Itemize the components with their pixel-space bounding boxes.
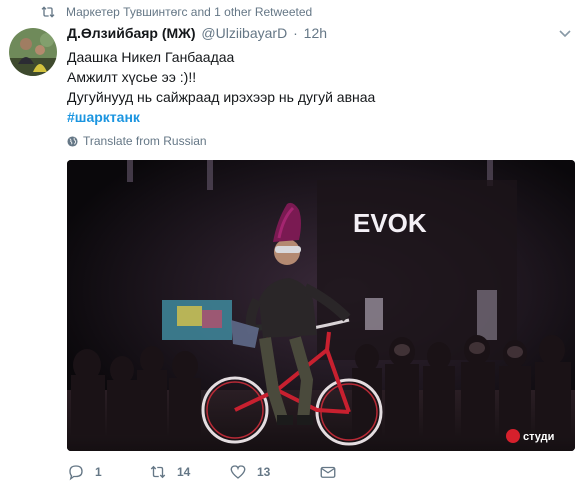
retweet-context-text[interactable]: Маркетер Тувшинтөгс and 1 other Retweete… (66, 5, 312, 19)
avatar[interactable] (9, 28, 57, 76)
tweet-actions: 1 14 13 (67, 462, 547, 482)
reply-icon (69, 465, 83, 481)
tweet-time[interactable]: 12h (304, 25, 327, 41)
hashtag-link[interactable]: #шарктанк (67, 107, 375, 127)
tweet-line: Амжилт хүсье ээ :)!! (67, 69, 197, 85)
evok-sign: EVOK (353, 208, 427, 238)
tweet-header: Д.Өлзийбаяр (МЖ) @UlziibayarD · 12h (67, 25, 327, 43)
direct-message-button[interactable] (319, 462, 337, 482)
time-separator: · (293, 25, 298, 41)
author-handle[interactable]: @UlziibayarD (201, 25, 287, 41)
author-name[interactable]: Д.Өлзийбаяр (МЖ) (67, 25, 196, 41)
retweet-icon (150, 465, 166, 479)
tweet-line: Даашка Никел Ганбаадаа (67, 49, 235, 65)
retweet-button[interactable]: 14 (149, 462, 190, 482)
like-count: 13 (257, 465, 271, 479)
reply-count: 1 (95, 465, 102, 479)
heart-icon (230, 465, 246, 479)
tweet-photo[interactable]: EVOK студи (67, 160, 575, 451)
translate-link[interactable]: Translate from Russian (67, 133, 207, 149)
envelope-icon (320, 466, 336, 478)
retweet-icon (41, 6, 55, 18)
chevron-down-icon[interactable] (557, 26, 573, 42)
media-watermark: студи (523, 431, 554, 443)
retweet-count: 14 (177, 465, 191, 479)
translate-label[interactable]: Translate from Russian (83, 134, 207, 148)
globe-icon (67, 135, 78, 147)
like-button[interactable]: 13 (229, 462, 270, 482)
reply-button[interactable]: 1 (67, 462, 102, 482)
tweet-line: Дугуйнууд нь сайжраад ирэхээр нь дугуй а… (67, 89, 376, 105)
tweet-text: Даашка Никел Ганбаадаа Амжилт хүсье ээ :… (67, 47, 375, 127)
